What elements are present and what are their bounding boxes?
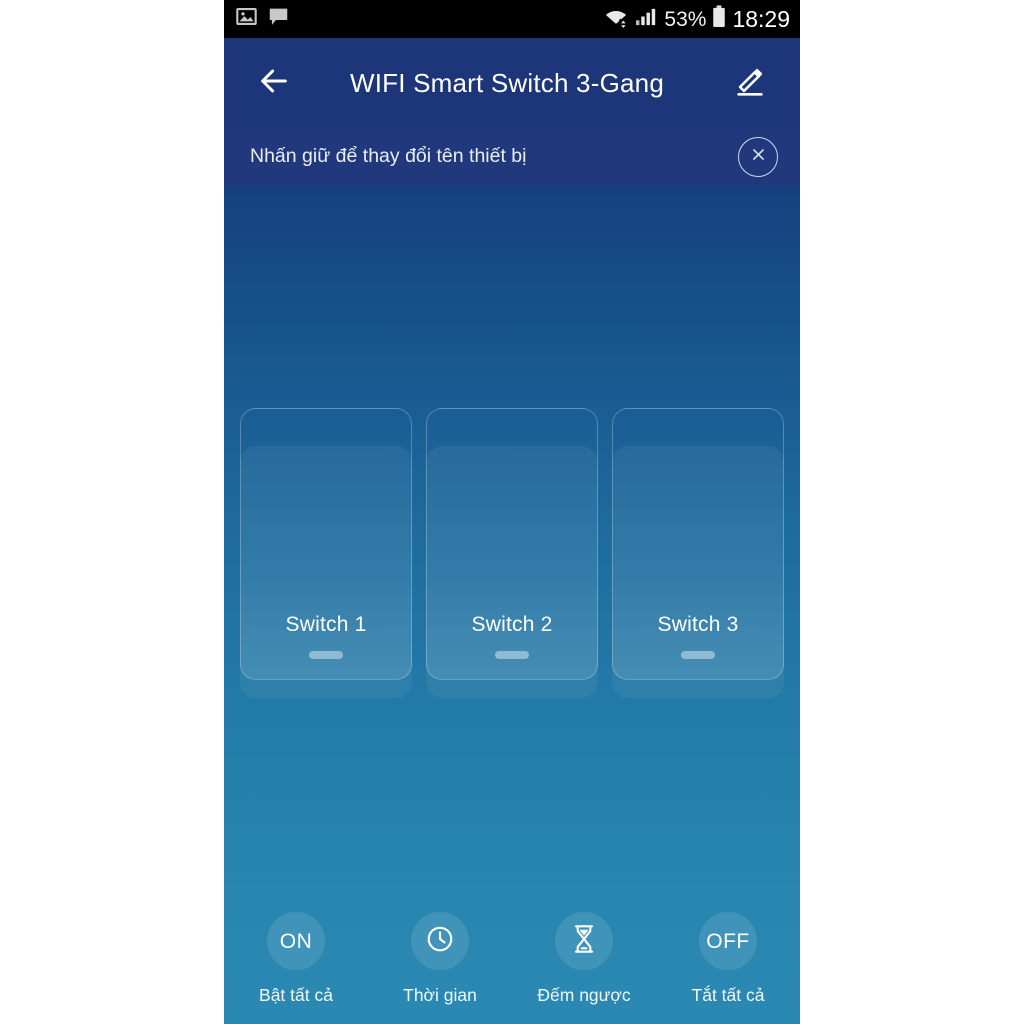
clock-icon xyxy=(425,924,455,959)
switch-card-2: Switch 2 xyxy=(426,408,598,698)
action-label: Tắt tất cả xyxy=(691,985,765,1005)
hint-close-button[interactable] xyxy=(738,136,778,177)
action-label: Đếm ngược xyxy=(537,985,631,1005)
screenshot-root: 53% 18:29 WIFI Smart Switch 3-Gang Nhấn … xyxy=(0,0,1024,1024)
status-bar: 53% 18:29 xyxy=(224,0,800,38)
action-countdown[interactable]: Đếm ngược xyxy=(523,912,645,1006)
switch-card-1: Switch 1 xyxy=(240,408,412,698)
hint-text: Nhấn giữ để thay đổi tên thiết bị xyxy=(250,145,527,167)
switch-toggle-3[interactable]: Switch 3 xyxy=(612,408,784,680)
switch-state-indicator xyxy=(495,651,529,659)
switch-card-3: Switch 3 xyxy=(612,408,784,698)
clock-icon-wrap xyxy=(411,912,469,970)
on-icon-label: ON xyxy=(279,929,313,953)
switch-state-indicator xyxy=(681,651,715,659)
switch-label: Switch 1 xyxy=(285,613,367,636)
switch-toggle-1[interactable]: Switch 1 xyxy=(240,408,412,680)
message-icon xyxy=(268,6,289,32)
image-icon xyxy=(236,6,257,32)
cellular-signal-icon xyxy=(635,6,658,32)
phone-screen: 53% 18:29 WIFI Smart Switch 3-Gang Nhấn … xyxy=(224,0,800,1024)
action-schedule[interactable]: Thời gian xyxy=(379,912,501,1006)
switch-label: Switch 2 xyxy=(471,613,553,636)
status-bar-indicators: 53% 18:29 xyxy=(603,5,790,33)
edit-device-button[interactable] xyxy=(722,55,778,111)
battery-percent-label: 53% xyxy=(664,7,707,31)
battery-icon xyxy=(712,5,726,33)
action-label: Bật tất cả xyxy=(259,985,333,1005)
back-arrow-icon xyxy=(257,64,291,103)
off-text-icon: OFF xyxy=(699,912,757,970)
action-turn-all-on[interactable]: ON Bật tất cả xyxy=(235,912,357,1006)
edit-pencil-icon xyxy=(734,65,766,102)
on-text-icon: ON xyxy=(267,912,325,970)
wifi-transfer-icon xyxy=(603,6,629,33)
hourglass-icon-wrap xyxy=(555,912,613,970)
switch-state-indicator xyxy=(309,651,343,659)
status-bar-notifications xyxy=(236,6,289,32)
close-icon xyxy=(750,146,767,168)
clock-time-label: 18:29 xyxy=(732,5,790,32)
switch-toggle-2[interactable]: Switch 2 xyxy=(426,408,598,680)
bottom-action-bar: ON Bật tất cả Thời gian Đếm ngược OFF Tắ… xyxy=(224,904,800,1024)
hourglass-icon xyxy=(570,924,598,959)
action-label: Thời gian xyxy=(403,985,477,1005)
off-icon-label: OFF xyxy=(706,929,750,953)
switch-label: Switch 3 xyxy=(657,613,739,636)
app-bar: WIFI Smart Switch 3-Gang xyxy=(224,38,800,128)
hint-bar: Nhấn giữ để thay đổi tên thiết bị xyxy=(224,128,800,185)
action-turn-all-off[interactable]: OFF Tắt tất cả xyxy=(667,912,789,1006)
main-content: Switch 1 Switch 2 Switch 3 ON Bật tất cả… xyxy=(224,185,800,1024)
page-title: WIFI Smart Switch 3-Gang xyxy=(350,67,664,98)
switch-card-list: Switch 1 Switch 2 Switch 3 xyxy=(224,408,800,698)
